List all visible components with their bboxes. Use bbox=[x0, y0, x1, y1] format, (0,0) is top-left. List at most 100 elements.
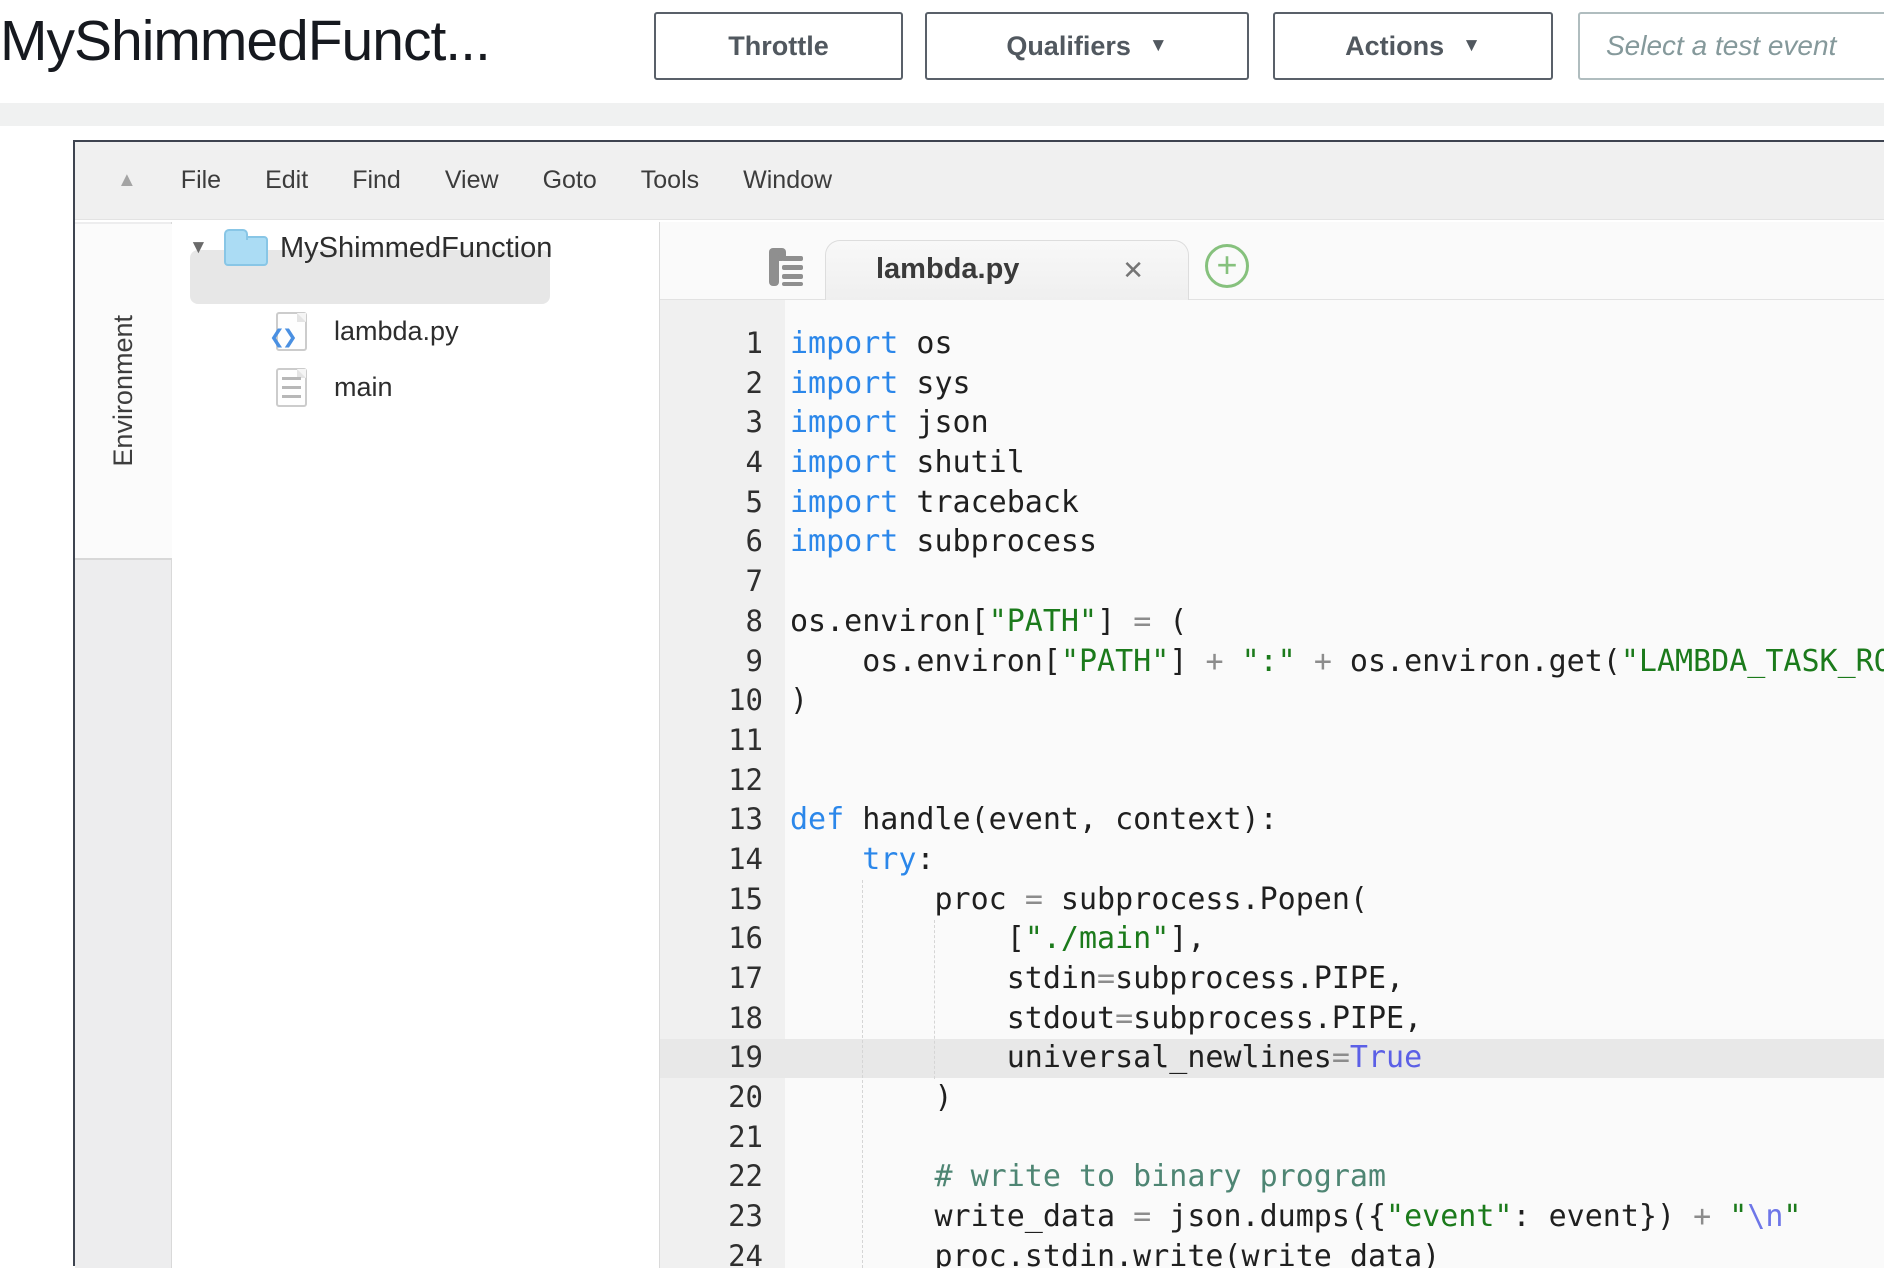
menu-goto[interactable]: Goto bbox=[543, 166, 597, 195]
tree-file-row-main[interactable]: main bbox=[172, 364, 652, 414]
actions-dropdown-button[interactable]: Actions ▼ bbox=[1273, 12, 1553, 80]
new-tab-plus-icon[interactable]: + bbox=[1205, 244, 1249, 288]
line-number[interactable]: 10 bbox=[660, 681, 763, 721]
code-line[interactable]: try: bbox=[790, 840, 1884, 880]
line-number[interactable]: 22 bbox=[660, 1157, 763, 1197]
code-line[interactable] bbox=[790, 562, 1884, 602]
menu-find[interactable]: Find bbox=[352, 166, 401, 195]
line-number[interactable]: 11 bbox=[660, 721, 763, 761]
test-event-select[interactable]: Select a test event bbox=[1578, 12, 1884, 80]
code-token-pl: ], bbox=[1169, 921, 1205, 956]
line-number[interactable]: 14 bbox=[660, 840, 763, 880]
code-token-pl: stdout bbox=[790, 1001, 1115, 1036]
left-sidebar-rail: Environment bbox=[75, 222, 172, 1268]
code-token-pl: proc.stdin.write(write_data) bbox=[790, 1239, 1440, 1268]
menu-tools[interactable]: Tools bbox=[641, 166, 699, 195]
code-line[interactable]: import sys bbox=[790, 364, 1884, 404]
code-lines[interactable]: import osimport sysimport jsonimport shu… bbox=[785, 324, 1884, 1268]
line-number[interactable]: 15 bbox=[660, 880, 763, 920]
code-line[interactable]: proc.stdin.write(write_data) bbox=[790, 1237, 1884, 1268]
throttle-button[interactable]: Throttle bbox=[654, 12, 903, 80]
line-number[interactable]: 2 bbox=[660, 364, 763, 404]
qualifiers-dropdown-button[interactable]: Qualifiers ▼ bbox=[925, 12, 1249, 80]
line-number[interactable]: 17 bbox=[660, 959, 763, 999]
code-line[interactable]: write_data = json.dumps({"event": event}… bbox=[790, 1197, 1884, 1237]
code-token-kw: import bbox=[790, 524, 898, 559]
code-token-kw: try bbox=[862, 842, 916, 877]
code-token-str: ":" bbox=[1242, 644, 1296, 679]
line-number[interactable]: 18 bbox=[660, 999, 763, 1039]
close-tab-icon[interactable]: ✕ bbox=[1122, 255, 1144, 286]
code-line[interactable] bbox=[790, 1118, 1884, 1158]
line-number[interactable]: 7 bbox=[660, 562, 763, 602]
line-number[interactable]: 23 bbox=[660, 1197, 763, 1237]
code-token-pl: ( bbox=[1151, 604, 1187, 639]
code-token-pl: ] bbox=[1169, 644, 1205, 679]
line-number[interactable]: 1 bbox=[660, 324, 763, 364]
header-divider-strip bbox=[0, 103, 1884, 126]
tab-list-icon[interactable] bbox=[769, 248, 805, 293]
code-token-esc: \n bbox=[1747, 1199, 1783, 1234]
line-number[interactable]: 8 bbox=[660, 602, 763, 642]
code-line[interactable]: os.environ["PATH"] = ( bbox=[790, 602, 1884, 642]
line-number[interactable]: 12 bbox=[660, 761, 763, 801]
line-number[interactable]: 5 bbox=[660, 483, 763, 523]
line-number[interactable]: 19 bbox=[660, 1038, 763, 1078]
code-line[interactable]: import shutil bbox=[790, 443, 1884, 483]
code-line[interactable]: import subprocess bbox=[790, 522, 1884, 562]
code-line[interactable]: os.environ["PATH"] + ":" + os.environ.ge… bbox=[790, 642, 1884, 682]
collapse-panel-icon[interactable]: ▲ bbox=[117, 169, 137, 192]
line-number[interactable]: 21 bbox=[660, 1118, 763, 1158]
code-line[interactable]: import json bbox=[790, 403, 1884, 443]
menu-edit[interactable]: Edit bbox=[265, 166, 308, 195]
line-number[interactable]: 3 bbox=[660, 403, 763, 443]
code-editor-area[interactable]: 123456789101112131415161718192021222324 … bbox=[660, 300, 1884, 1268]
code-token-pl: universal_newlines bbox=[790, 1040, 1332, 1075]
code-line[interactable] bbox=[790, 761, 1884, 801]
throttle-button-label: Throttle bbox=[728, 31, 829, 62]
line-number[interactable]: 20 bbox=[660, 1078, 763, 1118]
gutter[interactable]: 123456789101112131415161718192021222324 bbox=[660, 324, 763, 1268]
code-line[interactable]: import traceback bbox=[790, 483, 1884, 523]
page-fold bbox=[297, 313, 306, 322]
folder-icon bbox=[224, 236, 268, 266]
code-token-op: + bbox=[1205, 644, 1223, 679]
code-line[interactable]: import os bbox=[790, 324, 1884, 364]
code-line[interactable]: ["./main"], bbox=[790, 919, 1884, 959]
code-token-op: + bbox=[1314, 644, 1332, 679]
code-line[interactable]: ) bbox=[790, 681, 1884, 721]
code-line[interactable]: universal_newlines=True bbox=[790, 1038, 1884, 1078]
menu-file[interactable]: File bbox=[181, 166, 221, 195]
code-line[interactable]: stdout=subprocess.PIPE, bbox=[790, 999, 1884, 1039]
code-line[interactable]: def handle(event, context): bbox=[790, 800, 1884, 840]
code-token-pl bbox=[790, 1159, 935, 1194]
code-line[interactable] bbox=[790, 721, 1884, 761]
line-number[interactable]: 16 bbox=[660, 919, 763, 959]
line-number[interactable]: 24 bbox=[660, 1237, 763, 1268]
line-number[interactable]: 6 bbox=[660, 522, 763, 562]
line-number[interactable]: 4 bbox=[660, 443, 763, 483]
code-token-pl bbox=[1296, 644, 1314, 679]
code-token-pl: stdin bbox=[790, 961, 1097, 996]
code-line[interactable]: ) bbox=[790, 1078, 1884, 1118]
code-line[interactable]: stdin=subprocess.PIPE, bbox=[790, 959, 1884, 999]
code-token-pl bbox=[1224, 644, 1242, 679]
line-number[interactable]: 13 bbox=[660, 800, 763, 840]
line-number[interactable]: 9 bbox=[660, 642, 763, 682]
menu-window[interactable]: Window bbox=[743, 166, 832, 195]
folder-expander-icon[interactable]: ▼ bbox=[189, 237, 208, 259]
code-line[interactable]: # write to binary program bbox=[790, 1157, 1884, 1197]
code-token-kw: import bbox=[790, 326, 898, 361]
menu-view[interactable]: View bbox=[445, 166, 499, 195]
editor-tab-lambda-py[interactable]: lambda.py ✕ bbox=[825, 240, 1189, 300]
text-lines-glyph bbox=[282, 377, 301, 401]
file-name-label: lambda.py bbox=[334, 316, 459, 347]
code-token-str: "LAMBDA_TASK_ROOT" bbox=[1621, 644, 1884, 679]
qualifiers-button-label: Qualifiers bbox=[1006, 31, 1131, 62]
environment-tab-label: Environment bbox=[108, 315, 139, 467]
environment-panel-tab[interactable]: Environment bbox=[75, 224, 172, 560]
code-token-pl: os.environ[ bbox=[790, 604, 989, 639]
folder-name-label: MyShimmedFunction bbox=[280, 232, 552, 265]
tree-file-row-lambda-py[interactable]: ❮❯ lambda.py bbox=[172, 308, 652, 358]
code-line[interactable]: proc = subprocess.Popen( bbox=[790, 880, 1884, 920]
